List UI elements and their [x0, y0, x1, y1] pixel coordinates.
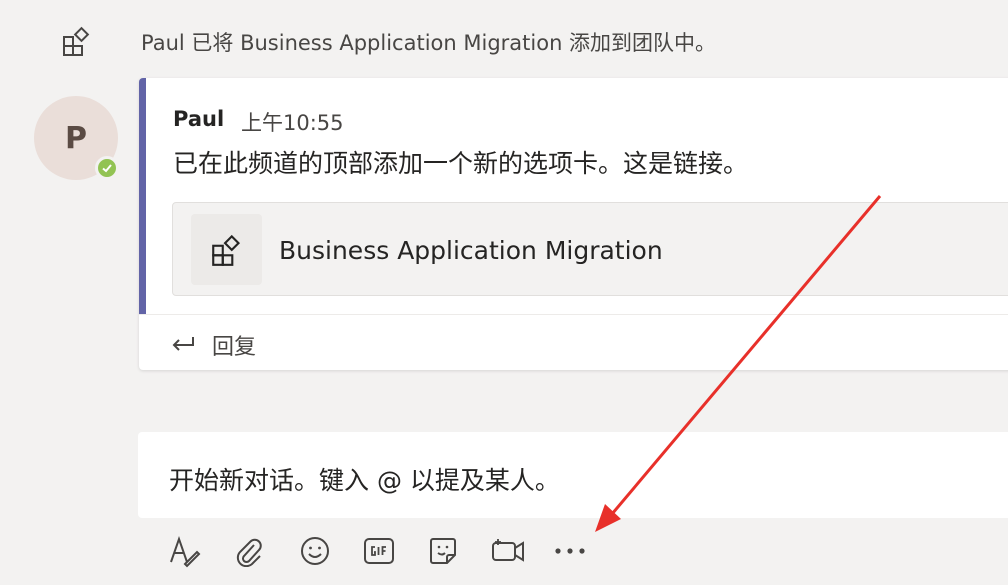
tab-card-icon-box — [191, 214, 262, 285]
reply-label: 回复 — [212, 335, 257, 360]
attach-icon — [236, 538, 262, 567]
format-icon — [170, 535, 201, 568]
post-message-text: 已在此频道的顶部添加一个新的选项卡。这是链接。 — [173, 149, 749, 178]
more-options-icon — [555, 548, 585, 554]
meet-now-icon — [492, 539, 524, 562]
post-timestamp: 上午10:55 — [241, 111, 344, 135]
compose-box[interactable]: 开始新对话。键入 @ 以提及某人。 — [138, 432, 1008, 518]
system-message-text: Paul 已将 Business Application Migration 添… — [141, 31, 717, 55]
tab-card-title: Business Application Migration — [279, 236, 663, 265]
reply-arrow-icon — [172, 337, 194, 351]
avatar-initial: P — [65, 120, 87, 156]
message-post: Paul 上午10:55 已在此频道的顶部添加一个新的选项卡。这是链接。 Bus… — [139, 78, 1008, 370]
compose-placeholder: 开始新对话。键入 @ 以提及某人。 — [169, 466, 560, 495]
emoji-icon — [301, 537, 329, 565]
app-tab-icon — [211, 234, 240, 266]
post-accent-bar — [139, 78, 146, 314]
presence-available-icon — [95, 156, 119, 180]
format-button[interactable] — [166, 533, 202, 569]
gif-icon — [364, 538, 394, 564]
meet-now-button[interactable] — [488, 533, 528, 569]
gif-button[interactable] — [361, 533, 397, 569]
sticker-icon — [430, 538, 456, 564]
attach-button[interactable] — [231, 533, 267, 569]
post-author[interactable]: Paul — [173, 107, 224, 131]
sticker-button[interactable] — [425, 533, 461, 569]
system-message-row: Paul 已将 Business Application Migration 添… — [0, 0, 1008, 80]
more-options-button[interactable] — [552, 533, 588, 569]
app-tab-icon — [60, 24, 94, 58]
reply-button[interactable]: 回复 — [139, 314, 1008, 371]
tab-link-card[interactable]: Business Application Migration — [172, 202, 1008, 296]
emoji-button[interactable] — [297, 533, 333, 569]
